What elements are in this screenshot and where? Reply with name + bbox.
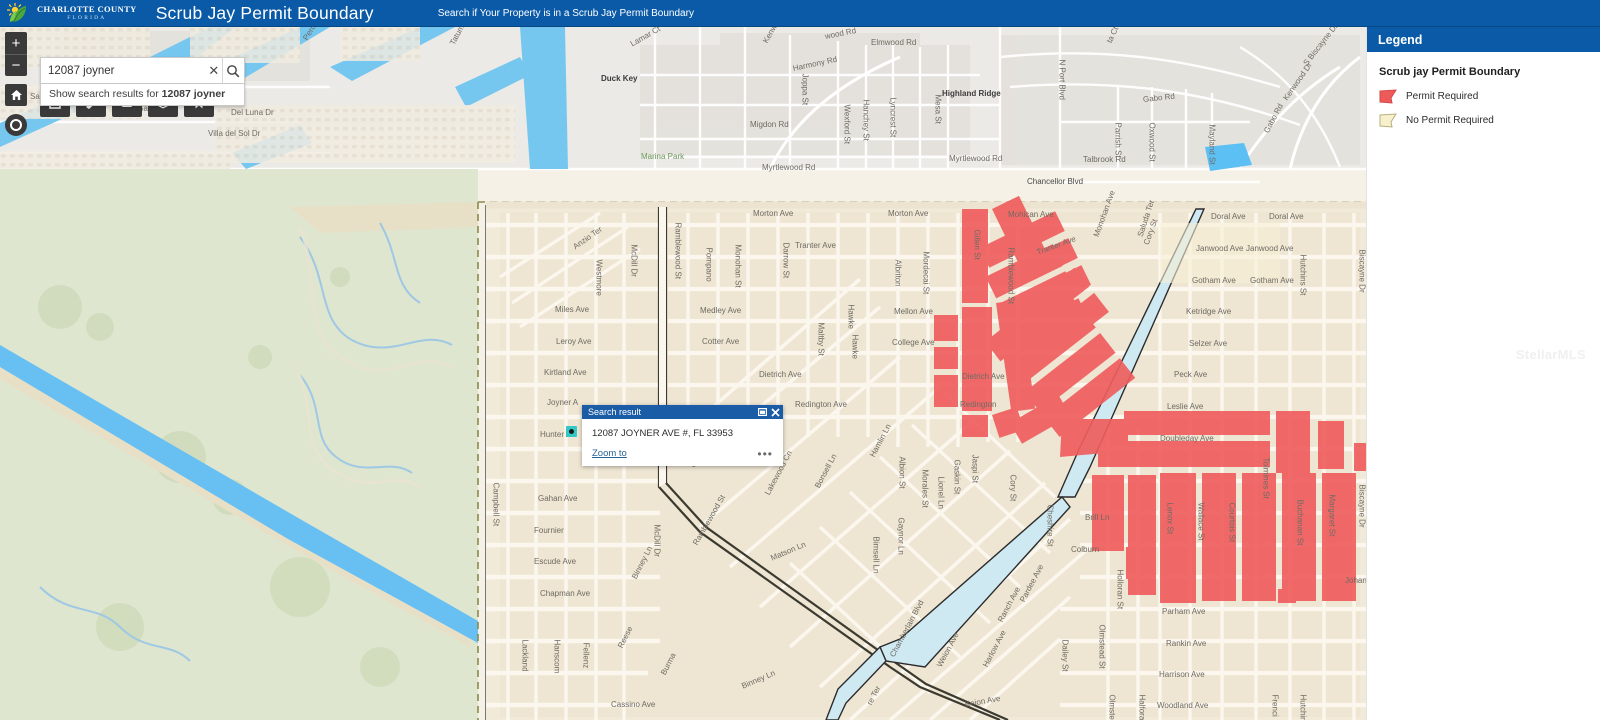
close-icon: [771, 407, 780, 417]
map-navigation-controls[interactable]: + −: [5, 32, 27, 136]
popup-maximize-button[interactable]: [758, 408, 767, 416]
popup-close-button[interactable]: [771, 407, 780, 417]
permit-required-swatch: [1379, 89, 1397, 104]
logo-line-1: CHARLOTTE COUNTY: [37, 4, 137, 14]
zoom-out-button[interactable]: −: [5, 54, 27, 76]
search-icon: [227, 64, 240, 77]
maximize-icon: [758, 408, 767, 416]
legend-layer-title: Scrub jay Permit Boundary: [1379, 66, 1521, 78]
logo-line-2: FLORIDA: [67, 14, 107, 21]
minus-icon: −: [11, 57, 21, 74]
no-permit-required-swatch: [1379, 113, 1397, 128]
search-suggestion-prefix: Show search results for: [49, 88, 159, 100]
home-icon: [10, 90, 22, 100]
app-subtitle: Search if Your Property is in a Scrub Ja…: [437, 7, 694, 19]
search-suggestion-item[interactable]: Show search results for 12087 joyner: [40, 84, 245, 106]
map-canvas: [0, 27, 1600, 720]
search-input[interactable]: [41, 58, 206, 83]
marker-dot: [569, 429, 574, 434]
legend-item-label: No Permit Required: [1406, 115, 1494, 126]
legend-header: Legend: [1367, 27, 1600, 52]
home-button[interactable]: [5, 84, 27, 106]
legend-item-permit-required: Permit Required: [1379, 89, 1588, 104]
legend-item-label: Permit Required: [1406, 91, 1479, 102]
search-clear-button[interactable]: ✕: [206, 58, 222, 83]
search-widget[interactable]: ✕ Show search results for 12087 joyner: [40, 57, 245, 106]
legend-panel: Legend Scrub jay Permit Boundary Permit …: [1366, 27, 1600, 720]
legend-item-no-permit-required: No Permit Required: [1379, 113, 1588, 128]
popup-header[interactable]: Search result: [582, 405, 783, 419]
map-view[interactable]: Perowne WayTatum BlvdLamar CtDuck KeyKen…: [0, 27, 1600, 720]
popup-title: Search result: [588, 406, 642, 417]
legend-title: Legend: [1378, 32, 1423, 47]
search-box[interactable]: ✕: [40, 57, 245, 84]
app-title: Scrub Jay Permit Boundary: [155, 2, 374, 23]
popup-zoom-to-link[interactable]: Zoom to: [592, 448, 627, 459]
search-submit-button[interactable]: [221, 58, 244, 83]
home-icon-wrap[interactable]: [5, 84, 27, 106]
zoom-in-button[interactable]: +: [5, 32, 27, 54]
county-logo[interactable]: CHARLOTTE COUNTY FLORIDA: [0, 2, 137, 24]
app-header: CHARLOTTE COUNTY FLORIDA Scrub Jay Permi…: [0, 0, 1600, 27]
sun-leaf-logo-icon: [6, 2, 32, 24]
search-result-marker[interactable]: [566, 426, 577, 437]
plus-icon: +: [11, 34, 21, 52]
locate-button[interactable]: [5, 114, 27, 136]
search-result-popup[interactable]: Search result 12087 JOYNER AVE #, FL 339…: [582, 405, 783, 466]
popup-actions[interactable]: Zoom to •••: [582, 443, 783, 466]
legend-body: Scrub jay Permit Boundary Permit Require…: [1367, 52, 1600, 128]
popup-address: 12087 JOYNER AVE #, FL 33953: [592, 428, 734, 439]
locate-icon: [10, 119, 22, 131]
search-suggestion-term: 12087 joyner: [161, 88, 226, 100]
zoom-controls[interactable]: + −: [5, 32, 27, 76]
popup-more-button[interactable]: •••: [757, 448, 773, 460]
